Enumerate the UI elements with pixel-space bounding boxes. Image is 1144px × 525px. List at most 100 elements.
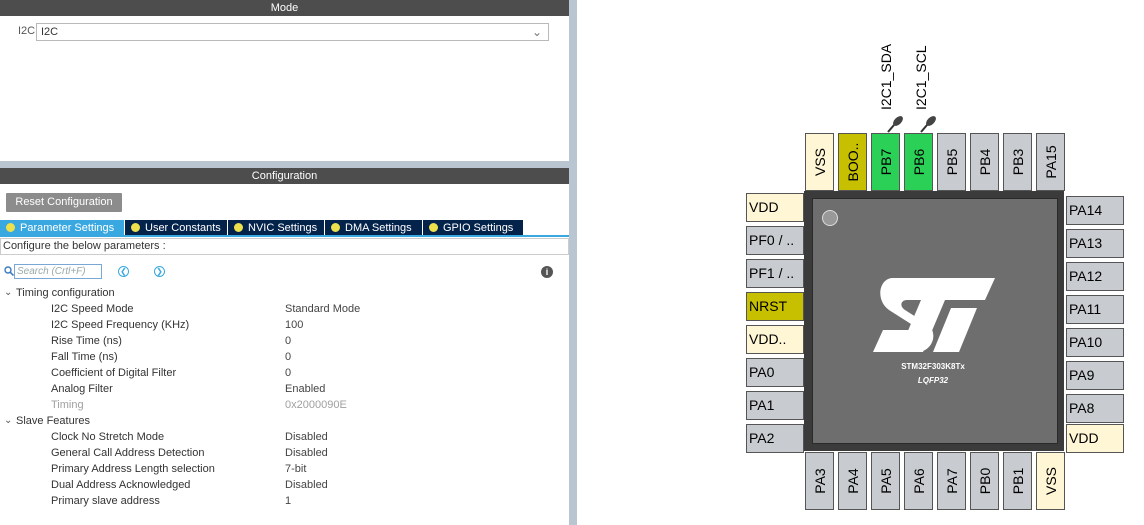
pin-label: PA4 [844,468,861,494]
param-name: Clock No Stretch Mode [51,431,165,443]
pin-label: PA15 [1042,145,1059,179]
param-name: Dual Address Acknowledged [51,479,191,491]
pin-pa2[interactable]: PA2 [746,424,804,453]
pin-label: PA3 [811,468,828,494]
pin-pb7[interactable]: PB7 [871,133,900,191]
pin-pb5[interactable]: PB5 [937,133,966,191]
param-row[interactable]: General Call Address Detection Disabled [0,445,569,461]
pin-pf1[interactable]: PF1 / .. [746,259,804,288]
panel-divider[interactable] [0,161,569,168]
param-row[interactable]: Fall Time (ns) 0 [0,349,569,365]
i2c-mode-value: I2C [41,26,59,38]
param-value: 0 [285,335,292,347]
tab-dma-settings[interactable]: DMA Settings [325,220,422,236]
pin-pb1[interactable]: PB1 [1003,452,1032,510]
i2c-mode-select[interactable]: I2C ⌄ [36,23,549,41]
search-next-icon[interactable]: ❯ [154,266,165,277]
pin-pa9[interactable]: PA9 [1066,361,1124,390]
info-icon[interactable]: i [541,266,553,278]
tab-gpio-settings[interactable]: GPIO Settings [423,220,523,236]
pin-pa0[interactable]: PA0 [746,358,804,387]
param-value: Disabled [285,431,328,443]
pin-pa1[interactable]: PA1 [746,391,804,420]
mode-row: I2C I2C ⌄ [0,22,569,42]
chevron-down-icon: ⌄ [531,25,542,39]
pin-nrst[interactable]: NRST [746,292,804,321]
pin-pa10[interactable]: PA10 [1066,328,1124,357]
param-row[interactable]: Analog Filter Enabled [0,381,569,397]
st-logo-icon [873,278,995,352]
pin-label: VSS [811,147,828,177]
pin-label: PB0 [976,467,993,495]
check-icon [331,223,340,232]
param-row: Timing 0x2000090E [0,397,569,413]
pin-pb0[interactable]: PB0 [970,452,999,510]
param-value: 1 [285,495,292,507]
pin-pa5[interactable]: PA5 [871,452,900,510]
group-label: Slave Features [16,415,90,427]
configuration-header: Configuration [0,168,569,184]
param-value: 7-bit [285,463,307,475]
pin-pa8[interactable]: PA8 [1066,394,1124,423]
tab-label: NVIC Settings [248,222,318,234]
tab-nvic-settings[interactable]: NVIC Settings [228,220,324,236]
check-icon [234,223,243,232]
param-name: Analog Filter [51,383,113,395]
pin1-marker [822,210,838,226]
pin-label: PB4 [976,148,993,176]
param-row[interactable]: I2C Speed Mode Standard Mode [0,301,569,317]
param-name: General Call Address Detection [51,447,205,459]
param-row[interactable]: I2C Speed Frequency (KHz) 100 [0,317,569,333]
pin-vdd-left[interactable]: VDD [746,193,804,222]
param-name: Timing [51,399,84,411]
search-previous-icon[interactable]: ❮ [118,266,129,277]
tab-parameter-settings[interactable]: Parameter Settings [0,220,124,236]
pin-pb4[interactable]: PB4 [970,133,999,191]
pin-vss-top[interactable]: VSS [805,133,834,191]
search-input[interactable]: Search (Crtl+F) [14,264,102,279]
param-name: Coefficient of Digital Filter [51,367,177,379]
pane-splitter[interactable] [569,0,577,525]
pin-pa15[interactable]: PA15 [1036,133,1065,191]
param-row[interactable]: Coefficient of Digital Filter 0 [0,365,569,381]
pin-vss-bottom[interactable]: VSS [1036,452,1065,510]
pin-pa4[interactable]: PA4 [838,452,867,510]
search-icon [4,266,14,276]
param-row[interactable]: Primary slave address 1 [0,493,569,509]
pin-pa7[interactable]: PA7 [937,452,966,510]
check-icon [429,223,438,232]
param-row[interactable]: Dual Address Acknowledged Disabled [0,477,569,493]
pin-pa6[interactable]: PA6 [904,452,933,510]
param-row[interactable]: Rise Time (ns) 0 [0,333,569,349]
pin-pb3[interactable]: PB3 [1003,133,1032,191]
pin-pf0[interactable]: PF0 / .. [746,226,804,255]
param-value: 0x2000090E [285,399,347,411]
signal-label-pb6: I2C1_SCL [913,45,929,110]
param-name: Fall Time (ns) [51,351,118,363]
pin-label: VSS [1042,466,1059,496]
chevron-down-icon: ⌄ [4,287,13,298]
pin-pa11[interactable]: PA11 [1066,295,1124,324]
tab-user-constants[interactable]: User Constants [125,220,227,236]
pin-vdda[interactable]: VDD.. [746,325,804,354]
param-name: Primary Address Length selection [51,463,215,475]
mode-header: Mode [0,0,569,16]
group-slave-features[interactable]: ⌄ Slave Features [0,413,569,429]
pin-pa12[interactable]: PA12 [1066,262,1124,291]
pin-vdd-right[interactable]: VDD [1066,424,1124,453]
pin-label: PA6 [910,468,927,494]
pin-boot0[interactable]: BOO.. [838,133,867,191]
reset-configuration-button[interactable]: Reset Configuration [6,193,122,212]
pin-pb6[interactable]: PB6 [904,133,933,191]
param-value: 0 [285,367,292,379]
pin-pa13[interactable]: PA13 [1066,229,1124,258]
tab-label: Parameter Settings [20,222,115,234]
param-row[interactable]: Clock No Stretch Mode Disabled [0,429,569,445]
parameters-description: Configure the below parameters : [0,238,569,255]
param-row[interactable]: Primary Address Length selection 7-bit [0,461,569,477]
group-timing-configuration[interactable]: ⌄ Timing configuration [0,285,569,301]
pin-pa3[interactable]: PA3 [805,452,834,510]
pin-pa14[interactable]: PA14 [1066,196,1124,225]
pin-label: PA7 [943,468,960,494]
configuration-panel: Mode I2C I2C ⌄ Configuration Reset Confi… [0,0,569,525]
